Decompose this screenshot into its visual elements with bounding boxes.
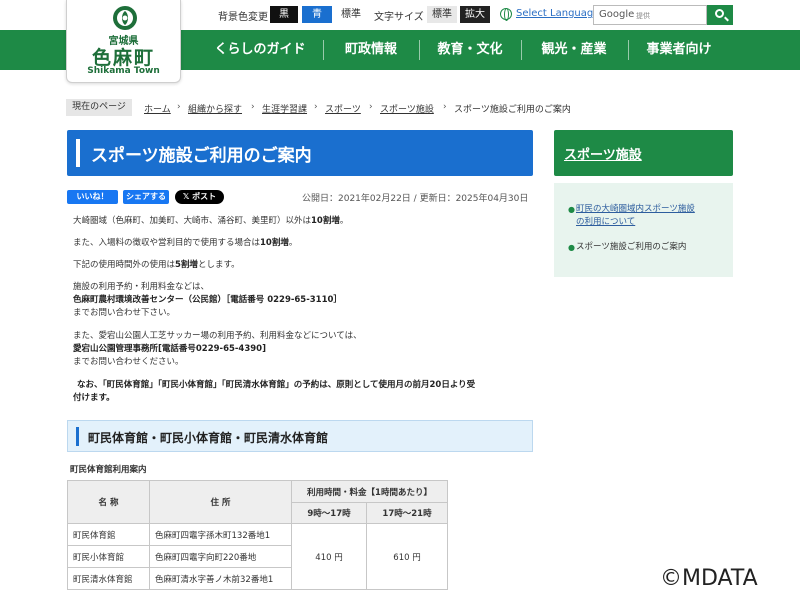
breadcrumb-chevron-icon: ›: [369, 102, 373, 112]
facility-address: 色麻町清水字善ノ木前32番地1: [149, 567, 292, 590]
nav-item-business[interactable]: 事業者向け: [631, 30, 727, 70]
search-offered-label: 提供: [636, 12, 650, 20]
watermark: ©MDATA: [660, 566, 758, 591]
sidebar-heading-box: スポーツ施設: [554, 130, 733, 176]
bg-black-button[interactable]: 黒: [270, 6, 298, 23]
nav-item-living-guide[interactable]: くらしのガイド: [200, 30, 320, 70]
table-header-evening: 17時～21時: [366, 502, 448, 524]
breadcrumb-home[interactable]: ホーム: [144, 102, 171, 115]
facebook-like-button[interactable]: いいね！: [67, 190, 118, 204]
bg-color-label: 背景色変更: [218, 12, 268, 23]
bullet-icon: ●: [568, 205, 575, 214]
search-button[interactable]: [707, 5, 733, 25]
paragraph-overtime-surcharge: 下記の使用時間外の使用は5割増とします。: [73, 260, 240, 270]
paragraph-booking-note-cont: 付けます。: [73, 393, 115, 403]
paragraph-region-surcharge: 大崎圏域（色麻町、加美町、大崎市、涌谷町、美里町）以外は10割増。: [73, 216, 349, 226]
search-input[interactable]: Google 提供: [593, 5, 707, 25]
nav-divider: [419, 40, 420, 60]
town-emblem-icon: [113, 6, 137, 30]
facility-name: 町民清水体育館: [67, 567, 150, 590]
nav-item-education[interactable]: 教育・文化: [422, 30, 518, 70]
table-row: 町民体育館 色麻町四竈字孫木町132番地1 410 円 610 円: [67, 523, 448, 590]
x-icon: 𝕏: [182, 192, 193, 201]
section-heading: 町民体育館・町民小体育館・町民清水体育館: [88, 431, 329, 445]
publish-date: 公開日：2021年02月22日 / 更新日：2025年04月30日: [302, 194, 529, 204]
breadcrumb-sports-facilities[interactable]: スポーツ施設: [380, 102, 434, 115]
table-header-address: 住 所: [149, 480, 292, 524]
paragraph-soccer-intro: また、愛宕山公園人工芝サッカー場の利用予約、利用料金などについては、: [73, 331, 362, 341]
breadcrumb-chevron-icon: ›: [177, 102, 181, 112]
breadcrumb-sports[interactable]: スポーツ: [325, 102, 361, 115]
globe-icon: [500, 8, 512, 21]
font-standard-button[interactable]: 標準: [427, 6, 457, 23]
font-large-button[interactable]: 拡大: [460, 6, 490, 23]
bg-blue-button[interactable]: 青: [302, 6, 332, 23]
nav-divider: [628, 40, 629, 60]
sidebar-links: ● 町民の大崎圏域内スポーツ施設 の利用について ● スポーツ施設ご利用のご案内: [554, 183, 733, 277]
paragraph-soccer-contact: 愛宕山公園管理事務所[電話番号0229-65-4390]: [73, 344, 266, 354]
table-caption: 町民体育館利用案内: [70, 465, 147, 475]
sidebar-heading-link[interactable]: スポーツ施設: [564, 144, 642, 163]
logo-town-english: Shikama Town: [87, 66, 160, 76]
paragraph-commercial-surcharge: また、入場料の徴収や営利目的で使用する場合は10割増。: [73, 238, 298, 248]
paragraph-reservation-inquiry: までお問い合わせ下さい。: [73, 308, 176, 318]
paragraph-booking-note: なお、「町民体育館」「町民小体育館」「町民清水体育館」の予約は、原則として使用月…: [77, 380, 476, 390]
font-size-label: 文字サイズ: [374, 12, 424, 23]
site-logo[interactable]: 宮城県 色麻町 Shikama Town: [66, 0, 181, 83]
fee-daytime: 410 円: [291, 523, 367, 590]
search-brand: Google: [599, 9, 635, 20]
table-header-name: 名 称: [67, 480, 150, 524]
breadcrumb-chevron-icon: ›: [251, 102, 255, 112]
table-header-daytime: 9時～17時: [291, 502, 367, 524]
nav-item-tourism[interactable]: 観光・産業: [524, 30, 624, 70]
bg-standard-button[interactable]: 標準: [336, 6, 366, 23]
page-title-box: スポーツ施設ご利用のご案内: [67, 130, 533, 176]
facility-address: 色麻町四竈字孫木町132番地1: [149, 523, 292, 546]
search-icon: [715, 9, 724, 18]
facility-name: 町民体育館: [67, 523, 150, 546]
facility-name: 町民小体育館: [67, 545, 150, 568]
breadcrumb-current-label: 現在のページ: [66, 99, 132, 116]
paragraph-reservation-intro: 施設の利用予約・利用料金などは、: [73, 282, 210, 292]
paragraph-soccer-inquiry: までお問い合わせください。: [73, 357, 184, 367]
breadcrumb-chevron-icon: ›: [443, 102, 447, 112]
x-post-label: ポスト: [192, 192, 217, 201]
sidebar-item-regional-facilities[interactable]: ● 町民の大崎圏域内スポーツ施設 の利用について: [568, 203, 695, 229]
breadcrumb-organization[interactable]: 組織から探す: [188, 102, 242, 115]
select-language-link[interactable]: Select Language: [516, 8, 599, 19]
sidebar-item-current-page[interactable]: ● スポーツ施設ご利用のご案内: [568, 241, 686, 254]
page-title: スポーツ施設ご利用のご案内: [91, 146, 312, 166]
paragraph-reservation-contact: 色麻町農村環境改善センター（公民館）［電話番号 0229-65-3110］: [73, 295, 342, 305]
facility-address: 色麻町四竈字向町220番地: [149, 545, 292, 568]
table-header-time-fee: 利用時間・料金【1時間あたり】: [291, 480, 448, 503]
breadcrumb-lifelong-learning[interactable]: 生涯学習課: [262, 102, 307, 115]
breadcrumb-chevron-icon: ›: [314, 102, 318, 112]
section-heading-box: 町民体育館・町民小体育館・町民清水体育館: [67, 420, 533, 452]
facebook-share-button[interactable]: シェアする: [123, 190, 169, 204]
nav-item-town-info[interactable]: 町政情報: [326, 30, 416, 70]
fee-evening: 610 円: [366, 523, 448, 590]
x-post-button[interactable]: 𝕏 ポスト: [175, 190, 224, 204]
nav-divider: [323, 40, 324, 60]
nav-divider: [521, 40, 522, 60]
bullet-icon: ●: [568, 243, 575, 252]
breadcrumb-current-page: スポーツ施設ご利用のご案内: [454, 105, 571, 115]
facility-table: 名 称 住 所 利用時間・料金【1時間あたり】 9時～17時 17時～21時 町…: [67, 480, 448, 590]
